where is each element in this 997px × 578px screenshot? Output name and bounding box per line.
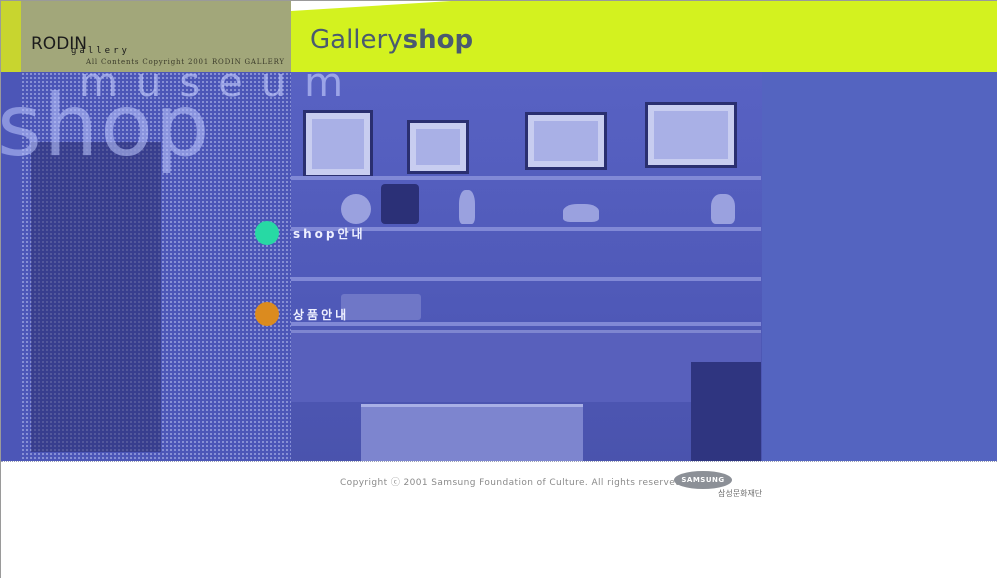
menu-item-product-info[interactable]: 상품안내 (255, 302, 349, 326)
wall-artwork (645, 102, 737, 168)
rodin-logo-sub: gallery (71, 46, 130, 56)
header-copyright: All Contents Copyright 2001 RODIN GALLER… (86, 58, 285, 66)
page-title: Galleryshop (310, 25, 473, 55)
gallery-wall (291, 72, 762, 461)
display-object (459, 190, 475, 224)
museum-watermark: museum (79, 72, 362, 106)
display-object (341, 294, 421, 320)
wall-artwork (407, 120, 469, 174)
menu-item-shop-info[interactable]: shop안내 (255, 221, 366, 245)
orange-dot-icon (255, 302, 279, 326)
display-object (711, 194, 735, 224)
hero-photo: shop museum shop안내 상품안내 (1, 72, 762, 461)
hero-side-panel (762, 72, 997, 461)
logo-panel-stripe (1, 1, 21, 72)
page-title-light: Gallery (310, 25, 403, 55)
display-object (563, 204, 599, 222)
display-cabinet (691, 362, 761, 461)
footer-copyright: Copyright ⓒ 2001 Samsung Foundation of C… (340, 478, 685, 488)
green-dot-icon (255, 221, 279, 245)
menu-item-label: 상품안내 (293, 307, 350, 322)
samsung-logo[interactable]: SAMSUNG (674, 471, 732, 489)
display-object (341, 194, 371, 224)
shadow-column (31, 142, 161, 452)
foundation-name: 삼성문화재단 (718, 489, 763, 498)
display-object (381, 184, 419, 224)
display-case (361, 404, 583, 461)
shelf (291, 322, 761, 326)
shelf (291, 277, 761, 281)
wall-artwork (525, 112, 607, 170)
header-bar: RODIN gallery All Contents Copyright 200… (1, 1, 997, 72)
shelf (291, 176, 761, 180)
wall-artwork (303, 110, 373, 178)
page-title-bold: shop (402, 25, 474, 55)
menu-item-label: shop안내 (293, 226, 366, 241)
header-slant-decoration (291, 1, 451, 11)
footer-divider (1, 461, 997, 462)
